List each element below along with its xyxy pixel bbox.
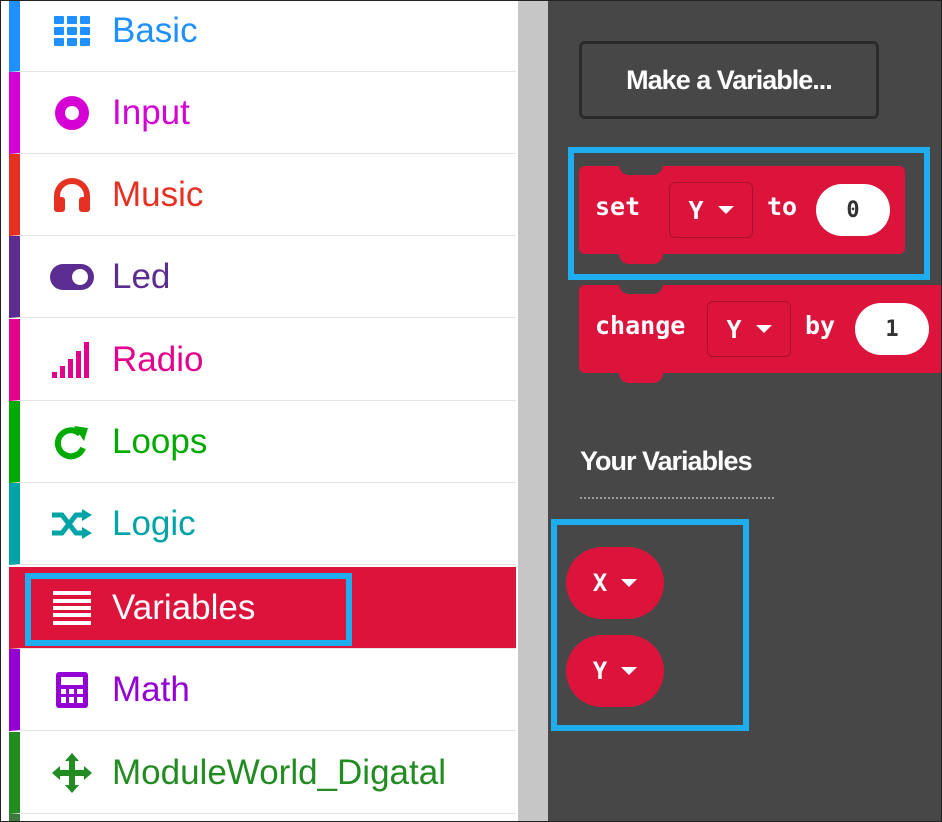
category-label: Input (112, 93, 190, 132)
block-tab (619, 254, 663, 264)
shuffle-icon (50, 506, 94, 542)
move-arrows-icon (50, 753, 94, 793)
variable-name: Y (592, 657, 608, 685)
category-label: Math (112, 670, 190, 709)
category-label: Logic (112, 504, 196, 543)
category-basic[interactable]: Basic (9, 1, 516, 72)
category-input[interactable]: Input (9, 72, 516, 154)
editor-window: Basic Input Music Led Radio Loops Logic … (0, 0, 942, 822)
category-label: Music (112, 175, 204, 214)
category-loops[interactable]: Loops (9, 401, 516, 483)
variable-name: X (592, 569, 608, 597)
grid-icon (50, 13, 94, 49)
change-variable-block[interactable]: change Y by 1 (579, 284, 941, 383)
set-keyword: set (595, 192, 641, 221)
block-notch (619, 165, 663, 175)
caret-down-icon (755, 325, 772, 333)
category-led[interactable]: Led (9, 236, 516, 318)
signal-bars-icon (50, 342, 94, 378)
category-label: Loops (112, 422, 208, 461)
dropdown-value: Y (688, 195, 704, 225)
category-label: Radio (112, 340, 204, 379)
block-notch (619, 284, 663, 294)
category-label: ModuleWorld_Digatal (112, 753, 446, 792)
toggle-icon (50, 259, 94, 295)
headphones-icon (50, 177, 94, 213)
block-tab (619, 373, 663, 383)
loop-arrow-icon (50, 424, 94, 460)
toolbox: Basic Input Music Led Radio Loops Logic … (1, 1, 518, 821)
dropdown-value: Y (726, 314, 742, 344)
by-keyword: by (805, 311, 836, 340)
caret-down-icon (621, 667, 638, 675)
variable-reporter-y[interactable]: Y (566, 635, 664, 707)
variables-flyout: Make a Variable... set Y to 0 change Y b… (548, 1, 941, 821)
change-variable-dropdown[interactable]: Y (707, 301, 791, 357)
category-label: Basic (112, 11, 198, 50)
set-value-input[interactable]: 0 (816, 184, 890, 236)
caret-down-icon (717, 206, 734, 214)
category-logic[interactable]: Logic (9, 483, 516, 565)
caret-down-icon (621, 579, 638, 587)
make-variable-button[interactable]: Make a Variable... (579, 41, 879, 119)
category-label: Variables (112, 588, 256, 627)
toolbox-scrollbar[interactable] (518, 1, 548, 821)
change-value-input[interactable]: 1 (855, 303, 929, 355)
category-moduleworld-digatal[interactable]: ModuleWorld_Digatal (9, 732, 516, 814)
set-variable-dropdown[interactable]: Y (669, 182, 753, 238)
target-icon (50, 95, 94, 131)
category-radio[interactable]: Radio (9, 319, 516, 401)
category-variables[interactable]: Variables (9, 567, 516, 649)
category-stripe (9, 814, 20, 821)
category-math[interactable]: Math (9, 649, 516, 731)
to-keyword: to (767, 192, 798, 221)
list-lines-icon (50, 590, 94, 626)
heading-divider (580, 497, 774, 499)
calculator-icon (50, 672, 94, 708)
category-label: Led (112, 257, 171, 296)
your-variables-heading: Your Variables (580, 446, 753, 476)
variable-reporter-x[interactable]: X (566, 547, 664, 619)
category-music[interactable]: Music (9, 154, 516, 236)
change-keyword: change (595, 311, 686, 340)
set-variable-block[interactable]: set Y to 0 (579, 165, 905, 264)
